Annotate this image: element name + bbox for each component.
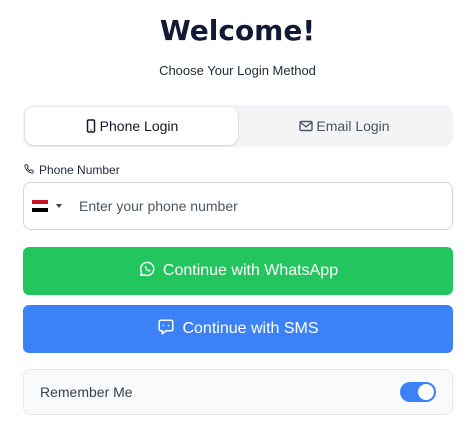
phone-icon xyxy=(24,163,34,177)
phone-number-label: Phone Number xyxy=(24,163,120,177)
egypt-flag-icon xyxy=(32,200,48,212)
country-code-select[interactable] xyxy=(24,183,72,229)
phone-number-field xyxy=(23,182,453,230)
caret-down-icon xyxy=(56,204,62,208)
login-method-tabs: Phone Login Email Login xyxy=(23,105,453,147)
continue-sms-button[interactable]: Continue with SMS xyxy=(23,305,453,353)
sms-button-label: Continue with SMS xyxy=(182,320,319,337)
tab-label: Phone Login xyxy=(99,118,179,134)
remember-me-toggle[interactable] xyxy=(400,382,436,402)
remember-me-row: Remember Me xyxy=(23,369,453,415)
mail-icon xyxy=(299,120,314,132)
whatsapp-button-label: Continue with WhatsApp xyxy=(162,262,339,279)
tab-phone-login[interactable]: Phone Login xyxy=(25,107,238,145)
page-subtitle: Choose Your Login Method xyxy=(159,63,316,78)
tab-label: Email Login xyxy=(316,118,390,134)
toggle-knob xyxy=(418,384,434,400)
phone-number-label-text: Phone Number xyxy=(39,163,120,177)
tab-email-login[interactable]: Email Login xyxy=(238,107,451,145)
whatsapp-icon xyxy=(138,260,156,283)
phone-number-input[interactable] xyxy=(72,183,452,229)
continue-whatsapp-button[interactable]: Continue with WhatsApp xyxy=(23,247,453,295)
page-title: Welcome! xyxy=(159,14,316,47)
smartphone-icon xyxy=(85,119,97,133)
message-square-icon xyxy=(157,318,175,341)
remember-me-label: Remember Me xyxy=(40,384,133,400)
